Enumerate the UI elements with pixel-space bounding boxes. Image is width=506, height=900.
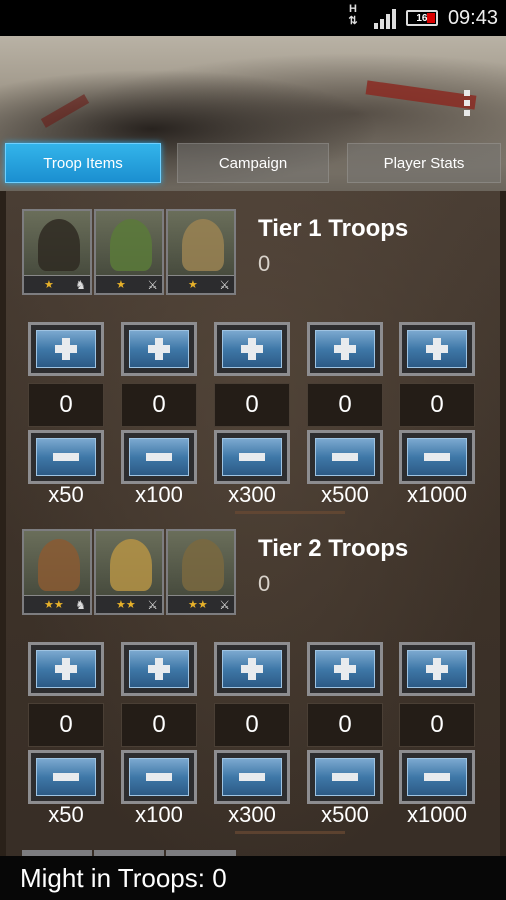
crossed-swords-icon: ⚔ [147,597,158,612]
tier-title: Tier 1 Troops [258,215,409,242]
decrease-button[interactable] [307,750,383,804]
plus-icon [148,338,170,360]
minus-icon [146,453,172,461]
quantity-value: 0 [28,383,104,427]
crossed-swords-icon: ⚔ [219,597,230,612]
multiplier-label: x50 [48,482,84,507]
crossed-swords-icon: ⚔ [219,277,230,292]
decrease-button[interactable] [28,750,104,804]
quantity-value: 0 [307,703,383,747]
multiplier-label: x1000 [407,802,467,827]
quantity-value: 0 [399,383,475,427]
plus-icon [334,658,356,680]
section-divider [235,831,345,834]
multiplier-label: x100 [135,482,183,507]
quantity-value: 0 [399,703,475,747]
multiplier-label: x500 [321,802,369,827]
plus-icon [426,658,448,680]
minus-icon [424,773,450,781]
quantity-value: 0 [121,383,197,427]
signal-icon [373,7,396,29]
horse-icon: ♞ [75,597,86,612]
multiplier-label: x500 [321,482,369,507]
battery-icon: 16 [405,10,438,26]
increase-button[interactable] [214,642,290,696]
tier-count: 0 [258,251,271,276]
tab-troop-items[interactable]: Troop Items [5,143,161,183]
multiplier-label: x50 [48,802,84,827]
minus-icon [146,773,172,781]
tab-bar: Troop Items Campaign Player Stats [0,139,506,185]
tab-player-stats[interactable]: Player Stats [347,143,501,183]
multiplier-label: x100 [135,802,183,827]
might-footer: Might in Troops: 0 [0,856,506,900]
tier-2-portraits: ★★ ♞ ★★ ⚔ ★★ ⚔ [22,529,236,615]
tab-campaign[interactable]: Campaign [177,143,329,183]
cavalry-portrait: ★ ♞ [22,209,92,295]
overflow-menu-icon[interactable] [464,90,472,116]
increase-button[interactable] [121,322,197,376]
plus-icon [426,338,448,360]
increase-button[interactable] [399,642,475,696]
decrease-button[interactable] [121,750,197,804]
minus-icon [239,773,265,781]
archer-portrait: ★★ ⚔ [166,529,236,615]
minus-icon [332,773,358,781]
swordsman-portrait: ★ ⚔ [94,209,164,295]
multiplier-label: x300 [228,482,276,507]
tier-1-portraits: ★ ♞ ★ ⚔ ★ ⚔ [22,209,236,295]
increase-button[interactable] [28,322,104,376]
quantity-value: 0 [214,703,290,747]
minus-icon [424,453,450,461]
multiplier-label: x1000 [407,482,467,507]
decrease-button[interactable] [214,430,290,484]
cavalry-portrait: ★★ ♞ [22,529,92,615]
plus-icon [334,338,356,360]
plus-icon [241,658,263,680]
clock: 09:43 [447,6,498,29]
increase-button[interactable] [214,322,290,376]
quantity-value: 0 [28,703,104,747]
decrease-button[interactable] [121,430,197,484]
plus-icon [241,338,263,360]
quantity-value: 0 [121,703,197,747]
tier-count: 0 [258,571,271,596]
minus-icon [53,773,79,781]
increase-button[interactable] [28,642,104,696]
decrease-button[interactable] [399,430,475,484]
minus-icon [332,453,358,461]
quantity-value: 0 [214,383,290,427]
decrease-button[interactable] [28,430,104,484]
plus-icon [55,658,77,680]
archer-portrait: ★ ⚔ [166,209,236,295]
tier-title: Tier 2 Troops [258,535,409,562]
minus-icon [239,453,265,461]
decrease-button[interactable] [214,750,290,804]
decrease-button[interactable] [399,750,475,804]
network-indicator: H ⇅ [348,3,358,27]
status-bar: H ⇅ 16 09:43 [0,0,506,36]
increase-button[interactable] [307,642,383,696]
swordsman-portrait: ★★ ⚔ [94,529,164,615]
quantity-value: 0 [307,383,383,427]
minus-icon [53,453,79,461]
horse-icon: ♞ [75,277,86,292]
increase-button[interactable] [121,642,197,696]
crossed-swords-icon: ⚔ [147,277,158,292]
plus-icon [148,658,170,680]
increase-button[interactable] [399,322,475,376]
decrease-button[interactable] [307,430,383,484]
section-divider [235,511,345,514]
multiplier-label: x300 [228,802,276,827]
plus-icon [55,338,77,360]
increase-button[interactable] [307,322,383,376]
